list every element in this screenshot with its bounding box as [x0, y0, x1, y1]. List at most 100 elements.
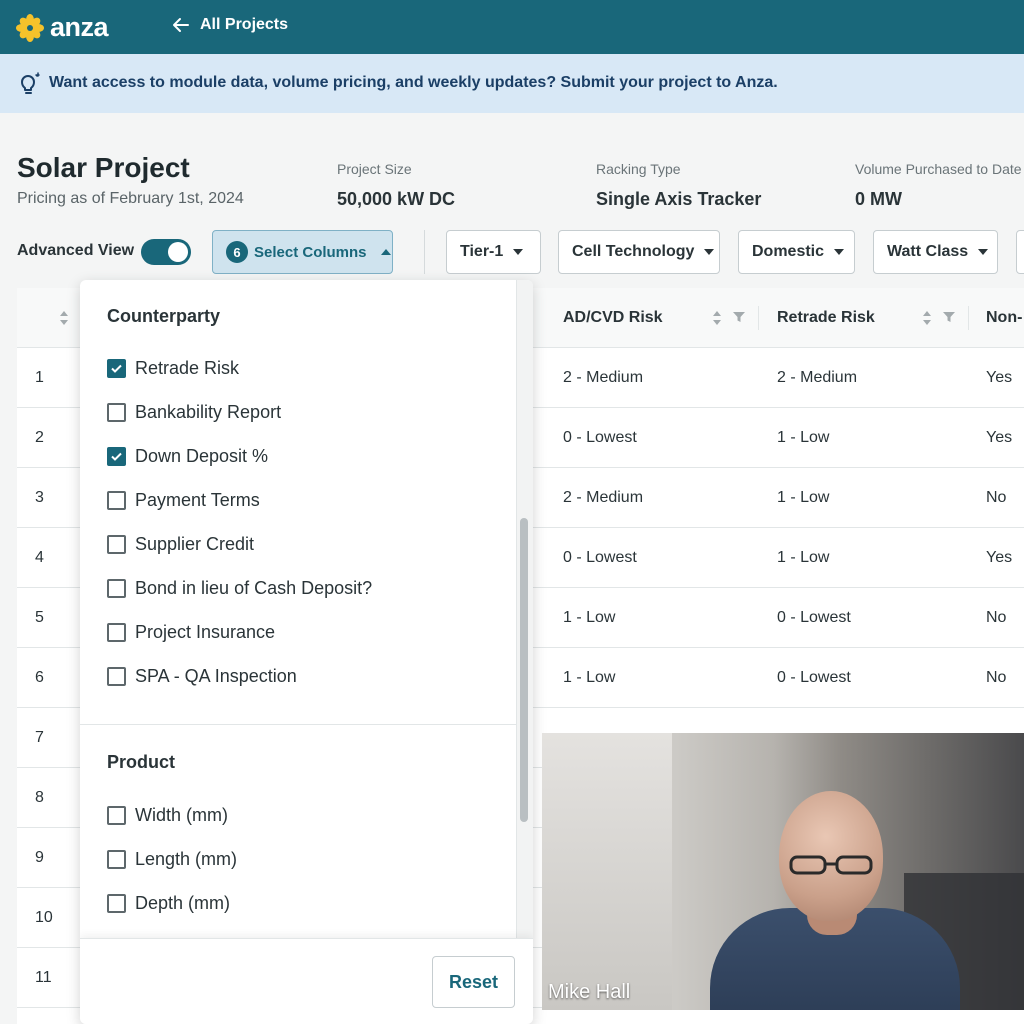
checkbox-checked-icon[interactable] [107, 447, 126, 466]
arrow-left-icon [173, 18, 189, 32]
advanced-view-toggle[interactable] [141, 239, 191, 265]
filter-cell-technology[interactable]: Cell Technology [558, 230, 720, 274]
select-columns-label: Select Columns [254, 243, 367, 261]
column-header-non[interactable]: Non- [986, 309, 1022, 327]
non-cell: No [986, 489, 1007, 506]
project-size-stat: Project Size 50,000 kW DC [337, 161, 455, 210]
checkbox-icon[interactable] [107, 894, 126, 913]
adcvd-risk-cell: 0 - Lowest [563, 429, 637, 446]
retrade-risk-cell: 0 - Lowest [777, 669, 851, 686]
option-label: Length (mm) [135, 849, 238, 869]
non-cell: Yes [986, 549, 1013, 566]
project-size-label: Project Size [337, 161, 412, 177]
video-background [542, 733, 672, 1010]
banner-message[interactable]: Want access to module data, volume prici… [49, 74, 778, 92]
row-number: 9 [35, 849, 44, 866]
glasses-icon [789, 855, 873, 875]
checkbox-icon[interactable] [107, 579, 126, 598]
panel-footer: Reset [80, 938, 533, 1024]
racking-type-label: Racking Type [596, 161, 681, 177]
option-label: Payment Terms [135, 490, 260, 510]
selected-count-badge: 6 [226, 241, 248, 263]
checkbox-icon[interactable] [107, 491, 126, 510]
retrade-risk-cell: 1 - Low [777, 549, 830, 566]
retrade-risk-cell: 1 - Low [777, 489, 830, 506]
option-payment-terms[interactable]: Payment Terms [107, 490, 260, 511]
filter-funnel-icon[interactable] [942, 310, 956, 324]
option-label: Bond in lieu of Cash Deposit? [135, 578, 373, 598]
select-columns-button[interactable]: 6 Select Columns [212, 230, 393, 274]
checkbox-checked-icon[interactable] [107, 359, 126, 378]
volume-purchased-label: Volume Purchased to Date [855, 161, 1022, 177]
row-number: 2 [35, 429, 44, 446]
chevron-down-icon [513, 249, 524, 255]
option-spa-qa-inspection[interactable]: SPA - QA Inspection [107, 666, 297, 687]
option-bankability-report[interactable]: Bankability Report [107, 402, 281, 423]
advanced-view-label: Advanced View [17, 242, 135, 259]
section-title-product: Product [107, 752, 176, 772]
option-label: Retrade Risk [135, 358, 240, 378]
sort-icon[interactable] [712, 310, 722, 326]
column-header-retrade-risk[interactable]: Retrade Risk [777, 309, 875, 327]
select-columns-panel: Counterparty Retrade Risk Bankability Re… [80, 280, 533, 1024]
row-number: 1 [35, 369, 44, 386]
reset-button[interactable]: Reset [432, 956, 515, 1008]
option-retrade-risk[interactable]: Retrade Risk [107, 358, 239, 379]
adcvd-risk-cell: 1 - Low [563, 669, 616, 686]
adcvd-risk-cell: 2 - Medium [563, 489, 644, 506]
sort-icon[interactable] [922, 310, 932, 326]
option-length[interactable]: Length (mm) [107, 849, 237, 870]
checkbox-icon[interactable] [107, 850, 126, 869]
filter-domestic-label: Domestic [752, 243, 825, 260]
sort-icon[interactable] [59, 310, 69, 326]
column-divider [968, 306, 969, 330]
option-supplier-credit[interactable]: Supplier Credit [107, 534, 254, 555]
row-number: 3 [35, 489, 44, 506]
filter-domestic[interactable]: Domestic [738, 230, 855, 274]
adcvd-risk-cell: 1 - Low [563, 609, 616, 626]
option-width[interactable]: Width (mm) [107, 805, 228, 826]
column-header-adcvd-risk[interactable]: AD/CVD Risk [563, 309, 663, 327]
column-divider [758, 306, 759, 330]
option-down-deposit[interactable]: Down Deposit % [107, 446, 268, 467]
chevron-down-icon [704, 249, 715, 255]
panel-scrollbar-thumb[interactable] [520, 518, 528, 822]
option-bond-in-lieu[interactable]: Bond in lieu of Cash Deposit? [107, 578, 372, 599]
flower-logo-icon [16, 13, 44, 42]
toggle-knob [168, 242, 188, 262]
chevron-down-icon [834, 249, 845, 255]
filter-more[interactable] [1016, 230, 1024, 274]
non-cell: Yes [986, 369, 1013, 386]
retrade-risk-cell: 2 - Medium [777, 369, 858, 386]
checkbox-icon[interactable] [107, 623, 126, 642]
non-cell: No [986, 669, 1007, 686]
top-nav-bar: anza All Projects [0, 0, 1024, 54]
option-depth[interactable]: Depth (mm) [107, 893, 230, 914]
filter-watt-class[interactable]: Watt Class [873, 230, 998, 274]
filter-funnel-icon[interactable] [732, 310, 746, 324]
option-label: Depth (mm) [135, 893, 231, 913]
row-number: 10 [35, 909, 53, 926]
checkbox-icon[interactable] [107, 535, 126, 554]
anza-logo[interactable]: anza [16, 12, 109, 43]
project-size-value: 50,000 kW DC [337, 189, 456, 209]
volume-purchased-stat: Volume Purchased to Date 0 MW [855, 161, 1022, 210]
page-title: Solar Project [17, 152, 190, 183]
option-label: Down Deposit % [135, 446, 269, 466]
checkbox-icon[interactable] [107, 806, 126, 825]
all-projects-link[interactable]: All Projects [172, 16, 288, 34]
toolbar-divider [424, 230, 425, 274]
option-project-insurance[interactable]: Project Insurance [107, 622, 275, 643]
filter-tier-1-label: Tier-1 [460, 243, 504, 260]
participant-name: Mike Hall [548, 981, 631, 1003]
chevron-down-icon [978, 249, 989, 255]
non-cell: Yes [986, 429, 1013, 446]
section-divider [80, 724, 516, 725]
checkbox-icon[interactable] [107, 403, 126, 422]
row-number: 5 [35, 609, 44, 626]
lightbulb-icon [21, 72, 40, 94]
all-projects-label: All Projects [200, 16, 289, 33]
filter-tier-1[interactable]: Tier-1 [446, 230, 541, 274]
checkbox-icon[interactable] [107, 667, 126, 686]
filter-watt-class-label: Watt Class [887, 243, 969, 260]
